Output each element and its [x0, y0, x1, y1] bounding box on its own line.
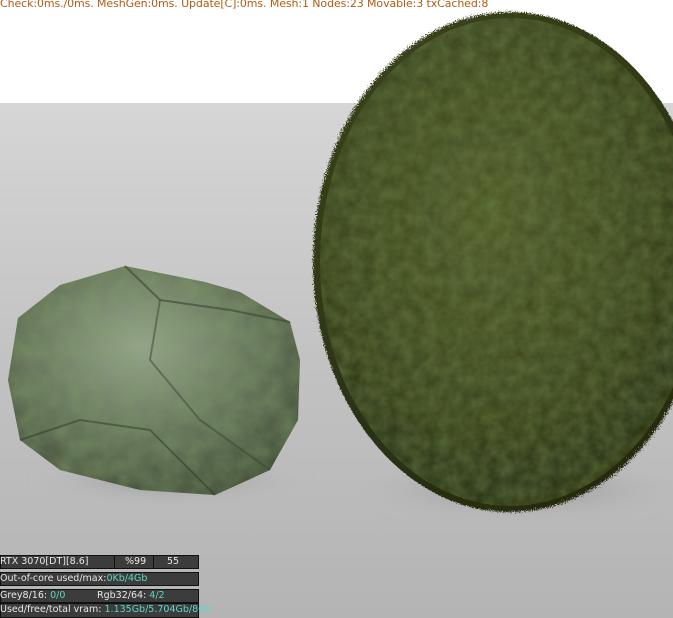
render-scene — [0, 0, 673, 618]
hud-device: RTX 3070[DT][8.6] — [0, 556, 89, 567]
hud-grey-value: 0/0 — [50, 590, 66, 601]
hud-rgb-label: Rgb32/64: — [97, 590, 147, 601]
hud-grey-label: Grey8/16: — [0, 590, 48, 601]
hud-vram-label: Used/free/total vram: — [0, 604, 102, 615]
hud-device-row: RTX 3070[DT][8.6] %99 55 — [0, 555, 199, 569]
hud-texture-row: Grey8/16: 0/0 Rgb32/64: 4/2 — [0, 589, 199, 603]
hud-vram-row: Used/free/total vram: 1.135Gb/5.704Gb/8G… — [0, 603, 212, 618]
render-viewport[interactable]: Check:0ms./0ms. MeshGen:0ms. Update[C]:0… — [0, 0, 673, 618]
render-stats-line: Check:0ms./0ms. MeshGen:0ms. Update[C]:0… — [0, 0, 489, 10]
hud-samples: 55 — [167, 556, 180, 567]
hud-vram-value: 1.135Gb/5.704Gb/8Gb — [104, 604, 212, 615]
hud-out-of-core-row: Out-of-core used/max:0Kb/4Gb — [0, 572, 199, 586]
hud-out-of-core-value: 0Kb/4Gb — [106, 573, 148, 584]
hud-rgb-value: 4/2 — [149, 590, 165, 601]
hud-utilization: %99 — [125, 556, 147, 567]
hud-out-of-core-label: Out-of-core used/max: — [0, 573, 107, 584]
